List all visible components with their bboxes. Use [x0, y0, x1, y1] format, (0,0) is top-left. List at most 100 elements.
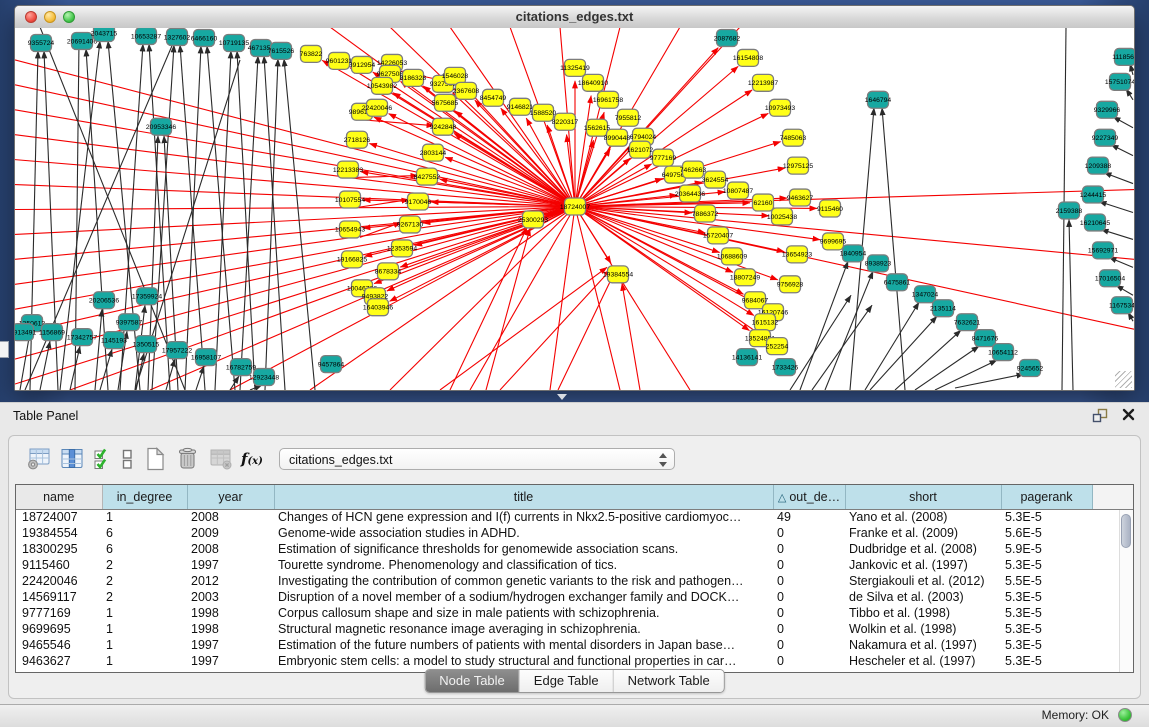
table-cell[interactable]: 0	[773, 621, 845, 637]
table-cell[interactable]: 1998	[187, 621, 274, 637]
table-row[interactable]: 969969511998Structural magnetic resonanc…	[16, 621, 1133, 637]
table-cell[interactable]: 2008	[187, 509, 274, 525]
table-cell[interactable]: Structural magnetic resonance image aver…	[274, 621, 773, 637]
graph-edge[interactable]	[445, 157, 575, 206]
graph-edge[interactable]	[500, 269, 611, 390]
close-panel-icon[interactable]	[1119, 408, 1137, 424]
table-cell[interactable]: 9463627	[16, 653, 102, 669]
table-cell[interactable]: 1	[102, 605, 187, 621]
table-cell[interactable]: 5.5E-5	[1001, 573, 1092, 589]
table-cell[interactable]: Disruption of a novel member of a sodium…	[274, 589, 773, 605]
graph-edge[interactable]	[790, 295, 851, 390]
table-cell[interactable]: Dudbridge et al. (2008)	[845, 541, 1001, 557]
table-cell[interactable]: 5.3E-5	[1001, 605, 1092, 621]
table-row[interactable]: 1872400712008Changes of HCN gene express…	[16, 509, 1133, 525]
graph-edge[interactable]	[955, 374, 1024, 388]
table-cell[interactable]: 1	[102, 621, 187, 637]
column-header-pagerank[interactable]: pagerank	[1001, 485, 1092, 509]
table-cell[interactable]: Franke et al. (2009)	[845, 525, 1001, 541]
window-resize-grip[interactable]	[1115, 371, 1132, 388]
table-cell[interactable]: 6	[102, 525, 187, 541]
table-cell[interactable]: Jankovic et al. (1997)	[845, 557, 1001, 573]
table-cell[interactable]: 2012	[187, 573, 274, 589]
table-cell[interactable]: 9115460	[16, 557, 102, 573]
table-row[interactable]: 1830029562008Estimation of significance …	[16, 541, 1133, 557]
graph-edge[interactable]	[185, 46, 201, 390]
table-cell[interactable]: Tourette syndrome. Phenomenology and cla…	[274, 557, 773, 573]
graph-edge[interactable]	[15, 207, 575, 360]
table-cell[interactable]: 0	[773, 525, 845, 541]
graph-edge[interactable]	[15, 207, 575, 235]
column-header-name[interactable]: name	[16, 485, 102, 509]
column-header-title[interactable]: title	[274, 485, 773, 509]
table-cell[interactable]: 5.6E-5	[1001, 525, 1092, 541]
column-header-out_de[interactable]: △out_de…	[773, 485, 845, 509]
minimize-button[interactable]	[44, 11, 56, 23]
table-cell[interactable]: 2	[102, 557, 187, 573]
graph-edge[interactable]	[15, 60, 575, 207]
table-row[interactable]: 911546021997Tourette syndrome. Phenomeno…	[16, 557, 1133, 573]
network-view-window[interactable]: citations_edges.txt 89129541422605396275…	[14, 5, 1135, 391]
table-cell[interactable]: 9777169	[16, 605, 102, 621]
show-columns-icon[interactable]	[58, 446, 86, 472]
graph-edge[interactable]	[1111, 145, 1133, 156]
table-cell[interactable]: Estimation of significance thresholds fo…	[274, 541, 773, 557]
graph-edge[interactable]	[915, 346, 979, 390]
table-cell[interactable]: 0	[773, 637, 845, 653]
graph-edge[interactable]	[1069, 219, 1073, 390]
graph-edge[interactable]	[1113, 117, 1133, 128]
graph-edge[interactable]	[558, 271, 615, 390]
graph-edge[interactable]	[1099, 202, 1133, 213]
table-cell[interactable]: 1997	[187, 637, 274, 653]
graph-edge[interactable]	[284, 59, 315, 390]
table-cell[interactable]: 1998	[187, 605, 274, 621]
table-cell[interactable]: 2	[102, 573, 187, 589]
column-header-short[interactable]: short	[845, 485, 1001, 509]
graph-edge[interactable]	[390, 207, 575, 390]
table-cell[interactable]: 5.9E-5	[1001, 541, 1092, 557]
graph-edge[interactable]	[622, 283, 640, 390]
table-cell[interactable]: 0	[773, 557, 845, 573]
table-cell[interactable]: 0	[773, 589, 845, 605]
table-cell[interactable]: Changes of HCN gene expression and I(f) …	[274, 509, 773, 525]
table-cell[interactable]: Yano et al. (2008)	[845, 509, 1001, 525]
table-cell[interactable]: 5.3E-5	[1001, 589, 1092, 605]
column-header-in_degree[interactable]: in_degree	[102, 485, 187, 509]
table-cell[interactable]: 1	[102, 653, 187, 669]
table-selector-dropdown[interactable]: citations_edges.txt	[279, 448, 675, 470]
graph-edge[interactable]	[1104, 173, 1133, 184]
table-cell[interactable]: 2	[102, 589, 187, 605]
table-row[interactable]: 1938455462009Genome-wide association stu…	[16, 525, 1133, 541]
table-options-icon[interactable]	[25, 446, 53, 472]
graph-edge[interactable]	[15, 207, 575, 210]
table-cell[interactable]: 18724007	[16, 509, 102, 525]
graph-edge[interactable]	[15, 207, 575, 335]
graph-edge[interactable]	[166, 359, 175, 390]
table-cell[interactable]: Stergiakouli et al. (2012)	[845, 573, 1001, 589]
tab-edge-table[interactable]: Edge Table	[520, 670, 614, 692]
delete-table-icon[interactable]	[207, 446, 235, 472]
table-cell[interactable]: 5.3E-5	[1001, 509, 1092, 525]
column-header-year[interactable]: year	[187, 485, 274, 509]
table-row[interactable]: 977716911998Corpus callosum shape and si…	[16, 605, 1133, 621]
tab-network-table[interactable]: Network Table	[614, 670, 724, 692]
table-cell[interactable]: 0	[773, 541, 845, 557]
table-row[interactable]: 2242004622012Investigating the contribut…	[16, 573, 1133, 589]
table-row[interactable]: 946362711997Embryonic stem cells: a mode…	[16, 653, 1133, 669]
tab-node-table[interactable]: Node Table	[425, 670, 520, 692]
table-cell[interactable]: Genome-wide association studies in ADHD.	[274, 525, 773, 541]
table-cell[interactable]: 0	[773, 605, 845, 621]
new-column-icon[interactable]	[141, 446, 169, 472]
close-button[interactable]	[25, 11, 37, 23]
table-row[interactable]: 1456911722003Disruption of a novel membe…	[16, 589, 1133, 605]
table-cell[interactable]: Nakamura et al. (1997)	[845, 637, 1001, 653]
table-cell[interactable]: 6	[102, 541, 187, 557]
graph-edge[interactable]	[1116, 285, 1133, 295]
delete-column-icon[interactable]	[174, 446, 202, 472]
graph-edge[interactable]	[215, 51, 231, 390]
table-cell[interactable]: Hescheler et al. (1997)	[845, 653, 1001, 669]
graph-edge[interactable]	[450, 227, 527, 390]
table-cell[interactable]: Investigating the contribution of common…	[274, 573, 773, 589]
table-cell[interactable]: 0	[773, 573, 845, 589]
window-titlebar[interactable]: citations_edges.txt	[15, 6, 1134, 29]
